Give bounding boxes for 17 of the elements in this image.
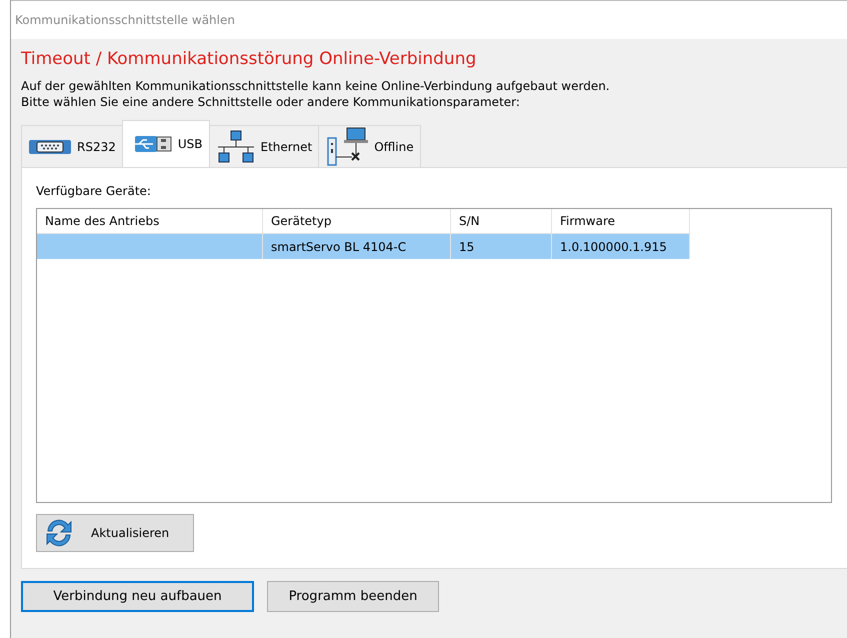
error-heading: Timeout / Kommunikationsstörung Online-Verbindung (21, 49, 478, 69)
tab[interactable]: RS232 (21, 125, 123, 167)
refresh-button[interactable]: Aktualisieren (36, 514, 194, 552)
network-icon (216, 130, 256, 164)
offline-computer-icon (325, 126, 370, 166)
message-text: Bitte wählen Sie eine andere Schnittstelle oder andere Kommunikationsparameter: (21, 94, 521, 110)
tab[interactable]: USB (122, 120, 210, 167)
dialog-button[interactable]: Programm beenden (267, 581, 439, 612)
dialog-button[interactable]: Verbindung neu aufbauen (21, 581, 254, 612)
table-cell: 15 (451, 234, 552, 259)
table-cell: 1.0.100000.1.915 (552, 234, 690, 259)
section-label: Verfügbare Geräte: (36, 184, 152, 198)
message-text: Auf der gewählten Kommunikationsschnittstelle kann keine Online-Verbindung aufgebaut werden. (21, 78, 611, 94)
tab[interactable]: Offline (318, 125, 421, 167)
window-title: Kommunikationsschnittstelle wählen (15, 13, 235, 27)
table-row[interactable]: smartServo BL 4104-C 15 1.0.100000.1.915 (37, 234, 831, 259)
table-cell: smartServo BL 4104-C (263, 234, 451, 259)
